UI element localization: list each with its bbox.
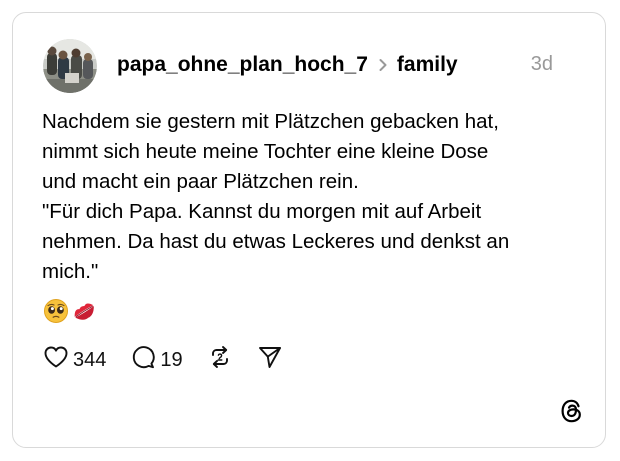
pleading-face-emoji (44, 299, 68, 323)
send-icon (257, 344, 283, 376)
share-button[interactable] (257, 344, 283, 376)
body-line: nimmt sich heute meine Tochter eine klei… (42, 140, 489, 163)
emoji-row (43, 298, 97, 324)
community-link[interactable]: family (397, 53, 458, 77)
chevron-right-icon (378, 58, 388, 72)
repost-button[interactable] (207, 344, 233, 376)
post-header: papa_ohne_plan_hoch_7 family (117, 52, 458, 78)
comment-icon (130, 344, 156, 376)
body-line: mich." (42, 260, 99, 283)
username-link[interactable]: papa_ohne_plan_hoch_7 (117, 53, 368, 77)
avatar[interactable] (43, 39, 97, 93)
heart-icon (43, 345, 69, 375)
like-button[interactable]: 344 (43, 345, 106, 375)
body-line: und macht ein paar Plätzchen rein. (42, 170, 359, 193)
body-line: Nachdem sie gestern mit Plätzchen geback… (42, 110, 499, 133)
body-line: "Für dich Papa. Kannst du morgen mit auf… (42, 200, 482, 223)
post-body: Nachdem sie gestern mit Plätzchen geback… (42, 107, 582, 287)
like-count: 344 (73, 348, 107, 371)
reply-button[interactable]: 19 (130, 344, 183, 376)
kiss-mark-emoji (74, 303, 94, 320)
avatar-photo (43, 39, 97, 93)
post-timestamp[interactable]: 3d (531, 53, 553, 76)
repost-icon (207, 344, 233, 376)
threads-logo[interactable] (559, 398, 585, 424)
reply-count: 19 (160, 348, 183, 371)
body-line: nehmen. Da hast du etwas Leckeres und de… (42, 230, 510, 253)
post-actions: 344 19 (43, 346, 283, 374)
post-card[interactable]: papa_ohne_plan_hoch_7 family 3d Nachdem … (12, 12, 606, 448)
